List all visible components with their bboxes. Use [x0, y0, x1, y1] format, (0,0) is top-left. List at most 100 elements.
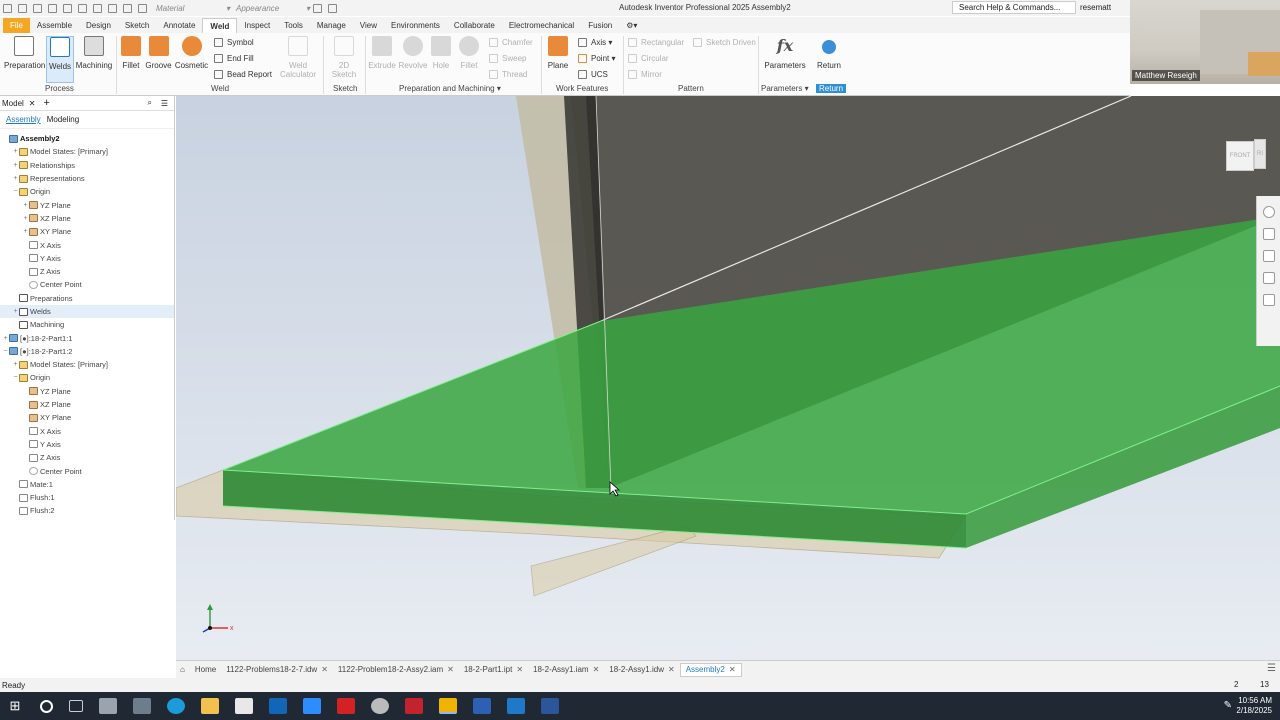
cosmetic-weld-button[interactable]: Cosmetic [174, 36, 209, 70]
tree-node[interactable]: + [●]:18-2-Part1:1 [0, 331, 174, 344]
windows-start-icon[interactable]: ⊞ [6, 698, 24, 714]
tree-node[interactable]: XZ Plane [0, 398, 174, 411]
tab-environments[interactable]: Environments [384, 18, 447, 33]
tree-node[interactable]: YZ Plane [0, 385, 174, 398]
tree-node[interactable]: + XY Plane [0, 225, 174, 238]
bead-report-button[interactable]: Bead Report [214, 67, 272, 81]
autodesk-access-icon[interactable] [405, 698, 423, 714]
steering-wheel-icon[interactable] [1262, 206, 1275, 218]
document-tab[interactable]: 18-2-Assy1.iam ✕ [528, 665, 604, 674]
menu-icon[interactable]: ☰ [161, 99, 168, 108]
tab-fusion[interactable]: Fusion [581, 18, 619, 33]
return-button[interactable]: Return [815, 36, 843, 70]
close-tab-icon[interactable]: ✕ [516, 665, 523, 674]
appearance-dropdown[interactable]: Appearance ▾ [236, 4, 310, 13]
task-view-icon[interactable] [69, 700, 83, 712]
app-menu-icon[interactable] [3, 3, 12, 13]
close-tab-icon[interactable]: ✕ [447, 665, 454, 674]
tree-node[interactable]: + Welds [0, 304, 174, 319]
close-tab-icon[interactable]: ✕ [321, 665, 328, 674]
tab-design[interactable]: Design [79, 18, 118, 33]
zoom-icon[interactable] [1262, 250, 1275, 262]
expand-icon[interactable]: + [12, 361, 19, 368]
material-dropdown[interactable]: Material ▾ [156, 4, 230, 13]
mirror-button[interactable]: Mirror [628, 67, 662, 81]
tree-node[interactable]: Mate:1 [0, 478, 174, 491]
subtab-modeling[interactable]: Modeling [47, 115, 79, 124]
graphics-viewport[interactable]: x FRONT RI [176, 96, 1280, 660]
expand-icon[interactable]: + [12, 148, 19, 155]
parameters-button[interactable]: fx Parameters [763, 36, 807, 70]
expand-icon[interactable]: + [22, 202, 29, 209]
onedrive-icon[interactable] [371, 698, 389, 714]
parameters-group-label[interactable]: Parameters ▾ [761, 84, 809, 93]
groove-weld-button[interactable]: Groove [145, 36, 172, 70]
tab-weld[interactable]: Weld [202, 18, 238, 33]
rectangular-pattern-button[interactable]: Rectangular [628, 35, 684, 49]
document-tab[interactable]: Home [190, 665, 221, 674]
2d-sketch-button[interactable]: 2D Sketch [326, 36, 362, 79]
tree-node[interactable]: Z Axis [0, 451, 174, 464]
sweep-button[interactable]: Sweep [489, 51, 526, 65]
expand-icon[interactable]: − [12, 188, 19, 195]
expand-icon[interactable]: + [22, 215, 29, 222]
zoom-app-icon[interactable] [303, 698, 321, 714]
undo-icon[interactable] [63, 3, 72, 13]
publisher-app-icon[interactable] [507, 698, 525, 714]
close-tab-icon[interactable]: ✕ [668, 665, 675, 674]
select-icon[interactable] [123, 3, 132, 13]
new-icon[interactable] [18, 3, 27, 13]
store-app-icon[interactable] [235, 698, 253, 714]
document-tab[interactable]: 1122-Problems18-2-7.idw ✕ [221, 665, 333, 674]
tree-node[interactable]: XY Plane [0, 411, 174, 424]
tree-node[interactable]: Y Axis [0, 252, 174, 265]
tree-node[interactable]: X Axis [0, 425, 174, 438]
welds-button[interactable]: Welds [46, 36, 74, 83]
expand-icon[interactable]: − [2, 348, 9, 355]
file-explorer-icon[interactable] [201, 698, 219, 714]
tree-node[interactable]: Center Point [0, 278, 174, 291]
document-tab[interactable]: 1122-Problem18-2-Assy2.iam ✕ [333, 665, 459, 674]
look-at-icon[interactable] [1262, 294, 1275, 306]
search-icon[interactable]: ⌕ [148, 98, 152, 108]
tree-node[interactable]: Y Axis [0, 438, 174, 451]
tab-tools[interactable]: Tools [277, 18, 310, 33]
fx-icon[interactable] [328, 3, 338, 13]
tab-list-icon[interactable]: ☰ [1267, 663, 1276, 674]
edge-browser-icon[interactable] [167, 698, 185, 714]
customize-ribbon-icon[interactable]: ⚙▾ [619, 18, 644, 33]
expand-icon[interactable]: + [2, 335, 9, 342]
word-app-icon[interactable] [541, 698, 559, 714]
acrobat-icon[interactable] [337, 698, 355, 714]
tree-node[interactable]: − Origin [0, 185, 174, 198]
weld-calculator-button[interactable]: Weld Calculator [276, 36, 320, 79]
user-account[interactable]: resematt [1080, 3, 1111, 12]
tab-file[interactable]: File [3, 18, 30, 33]
viewcube-front[interactable]: FRONT [1226, 141, 1254, 171]
expand-icon[interactable]: + [12, 162, 19, 169]
extrude-button[interactable]: Extrude [368, 36, 396, 70]
expand-icon[interactable]: − [12, 374, 19, 381]
tree-node[interactable]: − [●]:18-2-Part1:2 [0, 345, 174, 358]
update-icon[interactable] [108, 3, 117, 13]
document-tab[interactable]: 18-2-Assy1.idw ✕ [604, 665, 679, 674]
tree-node[interactable]: − Origin [0, 371, 174, 384]
pen-tray-icon[interactable]: ✎ [1224, 700, 1232, 711]
system-clock[interactable]: 10:56 AM 2/18/2025 [1236, 696, 1272, 716]
tab-manage[interactable]: Manage [310, 18, 353, 33]
tab-view[interactable]: View [353, 18, 384, 33]
tab-inspect[interactable]: Inspect [237, 18, 277, 33]
end-fill-button[interactable]: End Fill [214, 51, 254, 65]
symbol-button[interactable]: Symbol [214, 35, 254, 49]
viewcube[interactable]: FRONT RI [1218, 136, 1268, 176]
chamfer-button[interactable]: Chamfer [489, 35, 533, 49]
fillet-button[interactable]: Fillet [456, 36, 482, 70]
add-tab-icon[interactable]: + [44, 97, 50, 109]
preparation-button[interactable]: Preparation [4, 36, 45, 70]
search-input[interactable]: Search Help & Commands... [952, 1, 1076, 14]
prep-machining-group-label[interactable]: Preparation and Machining ▾ [399, 84, 501, 93]
expand-icon[interactable]: + [22, 228, 29, 235]
tab-assemble[interactable]: Assemble [30, 18, 79, 33]
tree-node[interactable]: + Model States: [Primary] [0, 358, 174, 371]
revolve-button[interactable]: Revolve [398, 36, 428, 70]
